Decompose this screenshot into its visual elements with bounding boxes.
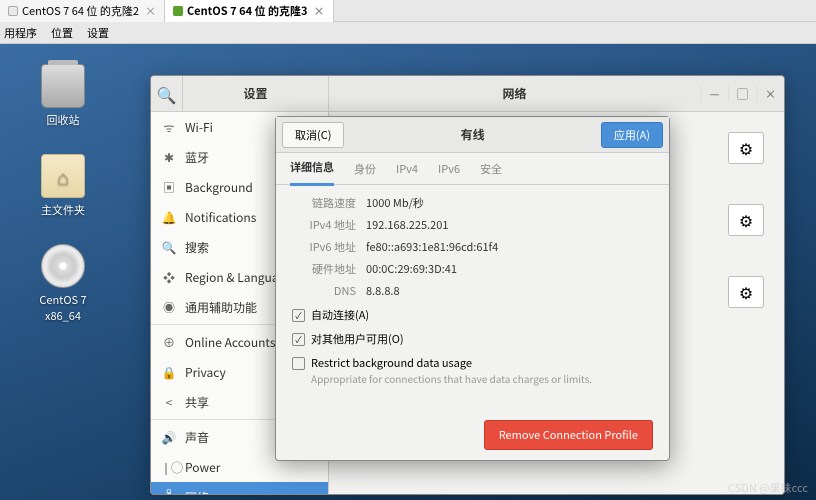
- sidebar-item-label: Background: [185, 179, 253, 196]
- sidebar-item-network[interactable]: 🖧 网络: [151, 482, 328, 494]
- tab-label: CentOS 7 64 位 的克隆2: [22, 3, 139, 19]
- vm-tab-active[interactable]: CentOS 7 64 位 的克隆3 ×: [165, 0, 334, 22]
- vm-tab-bar: CentOS 7 64 位 的克隆2 × CentOS 7 64 位 的克隆3 …: [0, 0, 816, 22]
- background-icon: ▣: [161, 179, 177, 196]
- value-hw: 00:0C:29:69:3D:41: [366, 261, 457, 277]
- close-button[interactable]: ×: [756, 86, 784, 102]
- tab-ipv6[interactable]: IPv6: [438, 153, 460, 185]
- search-icon: 🔍: [157, 82, 177, 106]
- tab-security[interactable]: 安全: [480, 153, 502, 185]
- watermark: CSDN @果味ccc: [728, 480, 808, 496]
- icon-label: 主文件夹: [28, 202, 98, 218]
- dialog-tabs: 详细信息 身份 IPv4 IPv6 安全: [276, 153, 669, 185]
- menu-item[interactable]: 位置: [51, 25, 73, 41]
- icon-label: CentOS 7 x86_64: [28, 292, 98, 324]
- checkbox-icon: [292, 309, 305, 322]
- sidebar-item-label: 蓝牙: [185, 149, 209, 166]
- sidebar-item-label: Power: [185, 459, 220, 476]
- network-icon: 🖧: [161, 487, 177, 495]
- tab-identity[interactable]: 身份: [354, 153, 376, 185]
- menu-bar: 用程序 位置 设置: [0, 22, 816, 44]
- checkbox-icon: [292, 333, 305, 346]
- bluetooth-icon: ✱: [161, 149, 177, 166]
- privacy-icon: 🔒: [161, 364, 177, 381]
- menu-item[interactable]: 设置: [87, 25, 109, 41]
- notifications-icon: 🔔: [161, 209, 177, 226]
- value-ipv4: 192.168.225.201: [366, 217, 448, 233]
- tab-details[interactable]: 详细信息: [290, 151, 334, 186]
- apply-button[interactable]: 应用(A): [601, 122, 663, 148]
- gear-button[interactable]: ⚙: [728, 204, 764, 236]
- sidebar-item-label: 共享: [185, 394, 209, 411]
- sharing-icon: <: [161, 394, 177, 411]
- sidebar-item-label: Privacy: [185, 364, 226, 381]
- connection-dialog: 取消(C) 有线 应用(A) 详细信息 身份 IPv4 IPv6 安全 链路速度…: [275, 116, 670, 461]
- icon-label: 回收站: [28, 112, 98, 128]
- wifi-icon: ᯤ: [161, 119, 177, 136]
- minimize-button[interactable]: —: [700, 86, 728, 102]
- value-dns: 8.8.8.8: [366, 283, 400, 299]
- label-link-speed: 链路速度: [292, 195, 356, 211]
- value-link-speed: 1000 Mb/秒: [366, 195, 424, 211]
- gear-icon: ⚙: [739, 280, 753, 304]
- gear-button[interactable]: ⚙: [728, 276, 764, 308]
- sidebar-item-label: Online Accounts: [185, 334, 275, 351]
- gear-icon: ⚙: [739, 136, 753, 160]
- checkbox-restrict[interactable]: Restrict background data usage: [292, 355, 653, 371]
- trash-icon: [41, 64, 85, 108]
- menu-item[interactable]: 用程序: [4, 25, 37, 41]
- desktop-icon-home[interactable]: 主文件夹: [28, 154, 98, 218]
- label-ipv4: IPv4 地址: [292, 217, 356, 233]
- tab-label: CentOS 7 64 位 的克隆3: [187, 3, 308, 19]
- sidebar-item-label: 网络: [185, 489, 209, 495]
- close-icon[interactable]: ×: [314, 3, 325, 19]
- gear-button[interactable]: ⚙: [728, 132, 764, 164]
- value-ipv6: fe80::a693:1e81:96cd:61f4: [366, 239, 498, 255]
- tab-ipv4[interactable]: IPv4: [396, 153, 418, 185]
- checkbox-auto-connect[interactable]: 自动连接(A): [292, 307, 653, 323]
- search-button[interactable]: 🔍: [151, 76, 183, 111]
- dialog-title: 有线: [344, 126, 600, 143]
- vm-tab[interactable]: CentOS 7 64 位 的克隆2 ×: [0, 0, 165, 22]
- gear-icon: ⚙: [739, 208, 753, 232]
- sidebar-item-label: Wi-Fi: [185, 119, 213, 136]
- dialog-header: 取消(C) 有线 应用(A): [276, 117, 669, 153]
- power-icon: ❘◯: [161, 459, 177, 476]
- desktop-icon-trash[interactable]: 回收站: [28, 64, 98, 128]
- label-dns: DNS: [292, 283, 356, 299]
- remove-profile-button[interactable]: Remove Connection Profile: [484, 420, 653, 450]
- cancel-button[interactable]: 取消(C): [282, 122, 344, 148]
- accessibility-icon: ◉: [161, 299, 177, 316]
- label-hw: 硬件地址: [292, 261, 356, 277]
- region-icon: ❖: [161, 269, 177, 286]
- dialog-body: 链路速度 1000 Mb/秒 IPv4 地址 192.168.225.201 IPv…: [276, 185, 669, 410]
- sidebar-item-label: 声音: [185, 429, 209, 446]
- close-icon[interactable]: ×: [145, 3, 156, 19]
- search-icon: 🔍: [161, 239, 177, 256]
- checkbox-label: 自动连接(A): [311, 307, 369, 323]
- sidebar-item-label: Notifications: [185, 209, 256, 226]
- checkbox-icon: [292, 357, 305, 370]
- sidebar-item-label: 搜索: [185, 239, 209, 256]
- settings-header: 🔍 设置 网络 — ▢ ×: [151, 76, 784, 112]
- disc-icon: [41, 244, 85, 288]
- checkbox-label: Restrict background data usage: [311, 355, 472, 371]
- folder-icon: [41, 154, 85, 198]
- label-ipv6: IPv6 地址: [292, 239, 356, 255]
- restrict-hint: Appropriate for connections that have da…: [311, 371, 653, 386]
- back-title: 设置: [183, 85, 328, 102]
- sidebar-item-label: 通用辅助功能: [185, 299, 257, 316]
- desktop-icon-disc[interactable]: CentOS 7 x86_64: [28, 244, 98, 324]
- maximize-button[interactable]: ▢: [728, 86, 756, 102]
- checkbox-other-users[interactable]: 对其他用户可用(O): [292, 331, 653, 347]
- checkbox-label: 对其他用户可用(O): [311, 331, 404, 347]
- page-title: 网络: [329, 85, 700, 102]
- online-accounts-icon: ⊕: [161, 334, 177, 351]
- sound-icon: 🔊: [161, 429, 177, 446]
